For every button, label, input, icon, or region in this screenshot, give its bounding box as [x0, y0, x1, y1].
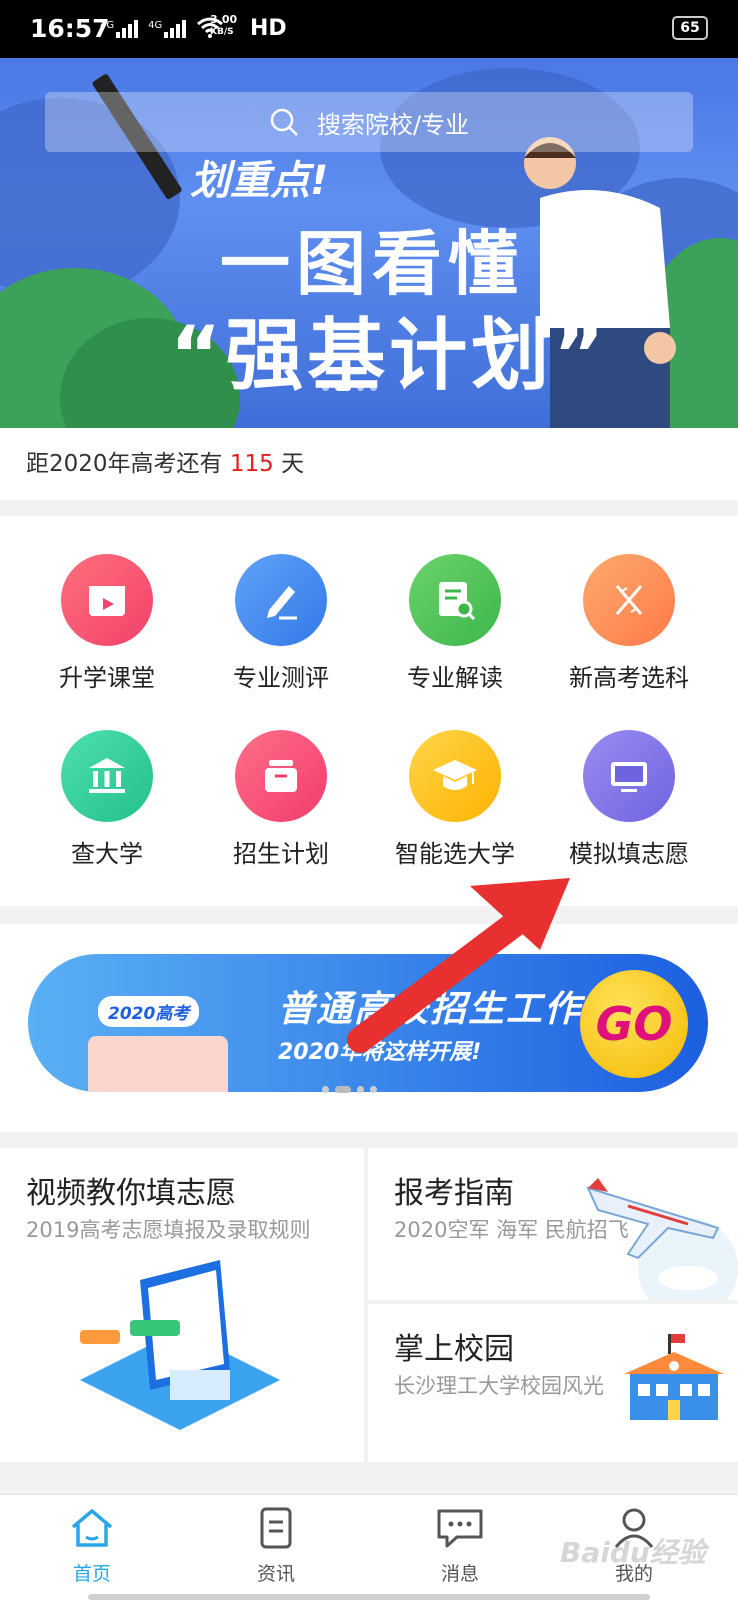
isometric-screen-illustration [80, 1260, 280, 1430]
pencil-icon [267, 586, 297, 620]
exam-countdown: 距2020年高考还有 115 天 [0, 428, 738, 500]
inbox-box-icon [265, 760, 297, 792]
search-icon [270, 108, 298, 136]
card-subtitle: 2020空军 海军 民航招飞 [394, 1218, 629, 1242]
app-label: 新高考选科 [569, 664, 689, 692]
content-cards: 视频教你填志愿 2019高考志愿填报及录取规则 报考指南 2020空军 海军 民… [0, 1148, 738, 1462]
card-campus[interactable]: 掌上校园 长沙理工大学校园风光 [368, 1304, 738, 1462]
school-building-illustration [624, 1334, 724, 1420]
card-subtitle: 2019高考志愿填报及录取规则 [26, 1218, 311, 1242]
speed-unit: KB/S [210, 27, 234, 37]
tab-label: 资讯 [256, 1563, 295, 1585]
speed-value: 3.00 [210, 13, 238, 26]
carousel-indicator [322, 384, 377, 391]
signal-icon: 4G [100, 20, 139, 38]
tab-label: 首页 [72, 1563, 111, 1585]
carousel-dot[interactable] [322, 1086, 329, 1093]
app-icon-1 [235, 554, 327, 646]
app-label: 招生计划 [233, 840, 329, 868]
app-zhaosheng-jihua[interactable]: 招生计划 [196, 730, 366, 869]
app-icon-5 [235, 730, 327, 822]
hero-banner[interactable]: 搜索院校/专业 划重点! 一图看懂 “强基计划” [0, 58, 738, 428]
desk-illustration [88, 1036, 228, 1092]
status-bar: 16:57 4G 4G 3.00 KB/S HD 65 [0, 0, 738, 58]
app-icon-6 [409, 730, 501, 822]
app-xin-gaokao-xuanke[interactable]: 新高考选科 [544, 554, 714, 693]
hd-indicator: HD [250, 16, 287, 41]
signal-icon: 4G [148, 20, 187, 38]
home-indicator[interactable] [88, 1594, 650, 1600]
app-label: 智能选大学 [395, 840, 515, 868]
promo-badge: 2020高考 [98, 996, 200, 1027]
app-icon-4 [61, 730, 153, 822]
tab-news[interactable]: 资讯 [216, 1507, 336, 1586]
home-icon [71, 1509, 113, 1547]
carousel-dot[interactable] [335, 1086, 351, 1093]
app-cha-daxue[interactable]: 查大学 [22, 730, 192, 869]
tab-home[interactable]: 首页 [32, 1507, 152, 1586]
bottom-tab-bar: 首页 资讯 消息 我的 Baidu经验 [0, 1494, 738, 1601]
dna-icon [615, 585, 643, 615]
tab-label: 消息 [440, 1563, 479, 1585]
signal-indicators: 4G 4G [100, 16, 224, 38]
banner-tag: 划重点! [190, 158, 329, 204]
carousel-dot[interactable] [357, 1086, 364, 1093]
network-type: 4G [100, 20, 115, 31]
watermark: Baidu经验 [560, 1536, 706, 1569]
app-icon-3 [583, 554, 675, 646]
monitor-icon [611, 762, 647, 792]
promo-banner[interactable]: 2020高考 普通高校招生工作 2020年将这样开展! GO [28, 954, 708, 1092]
app-zhuanye-jiedu[interactable]: 专业解读 [370, 554, 540, 693]
battery-level: 65 [680, 20, 700, 36]
feature-grid: 升学课堂 专业测评 专业解读 新高考选科 查大学 招生计划 智能选大学 模拟填志… [0, 516, 738, 906]
app-icon-2 [409, 554, 501, 646]
app-moni-tian-zhiyuan[interactable]: 模拟填志愿 [544, 730, 714, 869]
university-building-icon [89, 758, 125, 793]
app-icon-0 [61, 554, 153, 646]
card-title: 掌上校园 [394, 1332, 514, 1367]
card-subtitle: 长沙理工大学校园风光 [394, 1374, 604, 1398]
app-zhineng-xuan-daxue[interactable]: 智能选大学 [370, 730, 540, 869]
card-exam-guide[interactable]: 报考指南 2020空军 海军 民航招飞 [368, 1148, 738, 1300]
countdown-days: 115 [229, 451, 274, 477]
news-document-icon [260, 1507, 292, 1549]
app-icon-7 [583, 730, 675, 822]
app-label: 专业解读 [407, 664, 503, 692]
banner-headline-2: “强基计划” [170, 311, 609, 401]
carousel-dot[interactable] [357, 384, 364, 391]
card-title: 视频教你填志愿 [26, 1176, 236, 1211]
video-play-icon [89, 586, 125, 616]
app-shengxue-ketang[interactable]: 升学课堂 [22, 554, 192, 693]
card-video-guide[interactable]: 视频教你填志愿 2019高考志愿填报及录取规则 [0, 1148, 364, 1462]
carousel-dot[interactable] [370, 1086, 377, 1093]
go-button[interactable]: GO [580, 970, 688, 1078]
promo-title: 普通高校招生工作 [278, 989, 583, 1030]
carousel-dot[interactable] [322, 384, 329, 391]
battery-icon: 65 [672, 16, 708, 40]
network-speed: 3.00 KB/S [210, 14, 237, 38]
message-bubble-icon [437, 1509, 483, 1548]
app-label: 模拟填志愿 [569, 840, 689, 868]
search-bar[interactable]: 搜索院校/专业 [45, 92, 693, 152]
promo-subtitle: 2020年将这样开展! [278, 1040, 482, 1065]
promo-section: 2020高考 普通高校招生工作 2020年将这样开展! GO [0, 924, 738, 1132]
app-label: 升学课堂 [59, 664, 155, 692]
app-label: 查大学 [71, 840, 143, 868]
tab-messages[interactable]: 消息 [400, 1507, 520, 1586]
search-placeholder: 搜索院校/专业 [316, 110, 470, 139]
document-search-icon [439, 582, 476, 621]
clock: 16:57 [30, 14, 110, 43]
carousel-indicator [322, 1086, 377, 1093]
carousel-dot[interactable] [370, 384, 377, 391]
app-zhuanye-ceping[interactable]: 专业测评 [196, 554, 366, 693]
graduation-cap-icon [433, 760, 477, 790]
countdown-prefix: 距2020年高考还有 [26, 451, 230, 477]
network-type: 4G [148, 20, 163, 31]
carousel-dot[interactable] [335, 384, 351, 391]
app-label: 专业测评 [233, 664, 329, 692]
countdown-suffix: 天 [273, 451, 305, 477]
card-title: 报考指南 [394, 1176, 514, 1211]
